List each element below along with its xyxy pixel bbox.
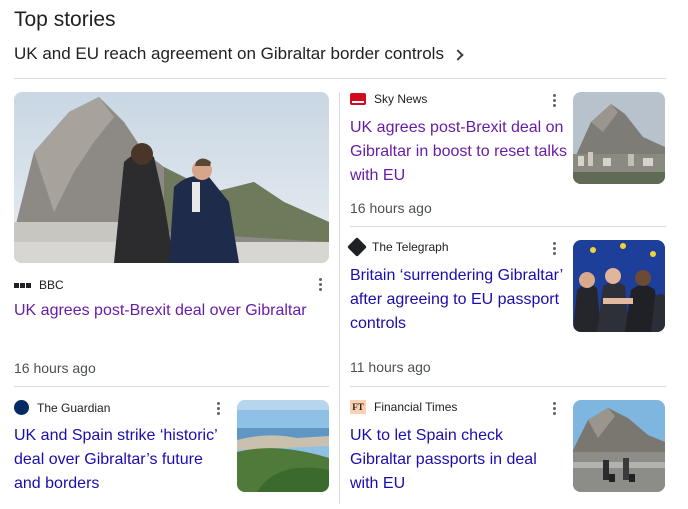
ft-logo-icon: FT <box>350 400 366 414</box>
story-time: 11 hours ago <box>350 359 431 375</box>
chevron-right-icon <box>452 48 464 61</box>
story-time: 16 hours ago <box>350 200 432 216</box>
bbc-logo-icon <box>14 282 31 288</box>
story-thumbnail-financial-times[interactable] <box>573 400 665 492</box>
story-title[interactable]: UK agrees post-Brexit deal on Gibraltar … <box>350 116 568 188</box>
more-options-icon[interactable] <box>318 278 322 291</box>
more-options-icon[interactable] <box>552 94 556 107</box>
story-thumbnail-sky-news[interactable] <box>573 92 665 184</box>
story-title[interactable]: Britain ‘surrendering Gibraltar’ after a… <box>350 264 568 336</box>
story-card-guardian[interactable]: The Guardian UK and Spain strike ‘histor… <box>14 398 330 498</box>
row-divider <box>14 386 329 387</box>
more-options-icon[interactable] <box>216 402 220 415</box>
more-options-icon[interactable] <box>552 242 556 255</box>
source-bbc: BBC <box>14 278 64 292</box>
source-name: The Guardian <box>37 400 111 415</box>
telegraph-logo-icon <box>347 237 367 257</box>
story-thumbnail-bbc[interactable] <box>14 92 329 263</box>
row-divider <box>350 226 666 227</box>
story-time: 16 hours ago <box>14 360 96 376</box>
story-thumbnail-guardian[interactable] <box>237 400 329 492</box>
source-telegraph: The Telegraph <box>347 237 449 257</box>
source-sky-news: Sky News <box>350 92 427 106</box>
story-card-bbc[interactable]: BBC UK agrees post-Brexit deal over Gibr… <box>14 92 330 382</box>
column-divider <box>339 92 340 504</box>
source-financial-times: FT Financial Times <box>350 400 457 414</box>
source-name: BBC <box>39 278 64 292</box>
more-options-icon[interactable] <box>552 402 556 415</box>
source-name: The Telegraph <box>372 240 449 254</box>
sky-news-logo-icon <box>350 93 366 105</box>
story-title[interactable]: UK agrees post-Brexit deal over Gibralta… <box>14 299 330 323</box>
story-card-sky-news[interactable]: Sky News UK agrees post-Brexit deal on G… <box>350 92 666 222</box>
story-thumbnail-telegraph[interactable] <box>573 240 665 332</box>
source-guardian: The Guardian <box>14 400 110 415</box>
story-card-telegraph[interactable]: The Telegraph Britain ‘surrendering Gibr… <box>347 237 666 380</box>
section-title: Top stories <box>14 8 116 31</box>
row-divider <box>350 386 666 387</box>
story-title[interactable]: UK to let Spain check Gibraltar passport… <box>350 424 555 496</box>
lead-headline-link[interactable]: UK and EU reach agreement on Gibraltar b… <box>14 44 464 64</box>
story-title[interactable]: UK and Spain strike ‘historic’ deal over… <box>14 424 219 496</box>
lead-headline-text: UK and EU reach agreement on Gibraltar b… <box>14 44 444 63</box>
story-card-financial-times[interactable]: FT Financial Times UK to let Spain check… <box>350 398 666 498</box>
guardian-logo-icon <box>14 400 29 415</box>
source-name: Financial Times <box>374 400 458 414</box>
source-name: Sky News <box>374 92 428 106</box>
top-divider <box>14 78 666 79</box>
